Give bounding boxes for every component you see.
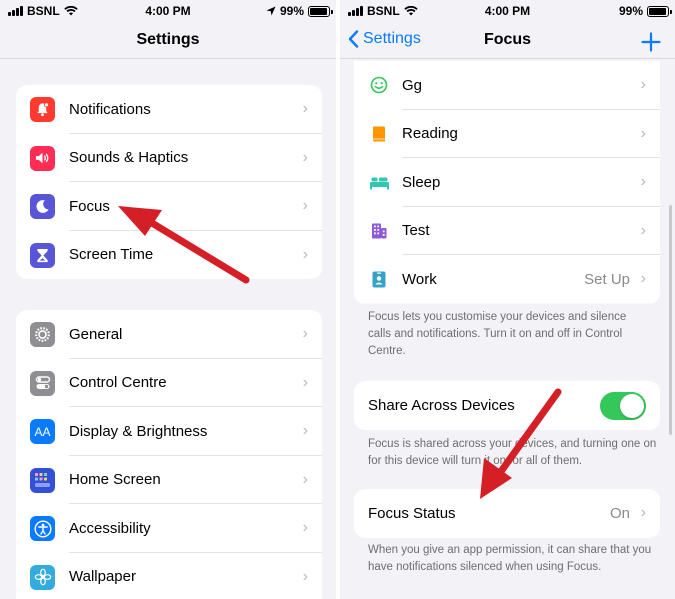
settings-item-label: Sounds & Haptics (69, 149, 189, 167)
battery-icon (647, 5, 672, 17)
chevron-right-icon: › (302, 422, 308, 440)
battery-percent: 99% (279, 4, 304, 18)
focus-item-label: Sleep (402, 173, 441, 191)
add-focus-button[interactable] (641, 24, 661, 58)
settings-item-home-screen[interactable]: Home Screen › (16, 456, 322, 504)
settings-item-label: Display & Brightness (69, 422, 208, 440)
flower-icon (30, 564, 55, 590)
settings-item-label: Control Centre (69, 374, 167, 392)
nav-bar: Settings Focus (340, 22, 675, 58)
settings-item-accessibility[interactable]: Accessibility › (16, 504, 322, 553)
share-devices-group: Share Across Devices (354, 381, 660, 430)
settings-item-general[interactable]: General › (16, 310, 322, 359)
focus-item-label: Reading (402, 125, 458, 143)
battery-percent: 99% (618, 4, 643, 18)
switches-icon (30, 370, 55, 396)
share-across-devices-toggle[interactable] (600, 392, 646, 420)
bed-icon (368, 171, 390, 193)
focus-status-value: On (609, 504, 630, 522)
focus-item-label: Work (402, 270, 437, 288)
settings-item-label: Screen Time (69, 246, 154, 264)
focus-status-group: Focus Status On › (354, 489, 660, 538)
page-title: Focus (483, 31, 532, 48)
bell-icon (30, 97, 55, 122)
chevron-right-icon: › (302, 567, 308, 585)
focus-item-test[interactable]: Test › (354, 207, 660, 255)
chevron-right-icon: › (302, 470, 308, 488)
settings-item-label: Home Screen (69, 471, 161, 489)
focus-item-gg[interactable]: Gg › (354, 61, 660, 110)
focus-item-label: Gg (402, 76, 423, 94)
chevron-right-icon: › (640, 124, 646, 142)
focus-item-label: Test (402, 222, 430, 240)
battery-icon (308, 5, 333, 17)
settings-group-focus: Notifications › Sounds & Haptics › Focus… (16, 85, 322, 279)
nav-divider (340, 58, 675, 59)
settings-item-screen-time[interactable]: Screen Time › (16, 231, 322, 280)
chevron-right-icon: › (302, 373, 308, 391)
gear-icon (30, 322, 55, 347)
chevron-right-icon: › (640, 221, 646, 239)
smiley-icon (368, 74, 390, 96)
building-icon (368, 220, 390, 242)
focus-status-label: Focus Status (368, 504, 456, 522)
status-bar: BSNL 4:00 PM 99% (0, 0, 336, 22)
focus-status-description: When you give an app permission, it can … (368, 544, 652, 573)
settings-item-label: Accessibility (69, 519, 151, 537)
nav-bar: Settings (0, 22, 336, 58)
chevron-right-icon: › (640, 173, 646, 191)
chevron-right-icon: › (640, 76, 646, 94)
scroll-indicator (669, 205, 672, 435)
settings-item-wallpaper[interactable]: Wallpaper › (16, 553, 322, 599)
chevron-right-icon: › (302, 245, 308, 263)
share-description: Focus is shared across your devices, and… (368, 438, 657, 467)
focus-item-sleep[interactable]: Sleep › (354, 158, 660, 207)
speaker-icon (30, 145, 55, 171)
badge-icon (368, 268, 390, 290)
share-across-devices-label: Share Across Devices (368, 396, 515, 414)
focus-screen: BSNL 4:00 PM 99% Settings Focus Gg › Rea… (340, 0, 675, 599)
settings-item-label: Notifications (69, 100, 151, 118)
chevron-right-icon: › (302, 148, 308, 166)
settings-item-label: General (69, 325, 123, 343)
status-bar: BSNL 4:00 PM 99% (340, 0, 675, 22)
chevron-right-icon: › (302, 519, 308, 537)
focus-item-work[interactable]: Work Set Up › (354, 255, 660, 304)
settings-item-focus[interactable]: Focus › (16, 182, 322, 231)
settings-item-display-brightness[interactable]: AA Display & Brightness › (16, 407, 322, 456)
page-title: Settings (136, 31, 200, 48)
focus-item-reading[interactable]: Reading › (354, 110, 660, 158)
text-size-icon: AA (30, 419, 55, 444)
app-grid-icon (30, 467, 55, 493)
nav-divider (0, 58, 336, 59)
chevron-right-icon: › (302, 197, 308, 215)
chevron-right-icon: › (302, 325, 308, 343)
focus-description: Focus lets you customise your devices an… (368, 311, 627, 357)
work-setup-value: Set Up (584, 270, 630, 288)
moon-icon (30, 194, 55, 219)
location-icon (266, 6, 276, 16)
chevron-right-icon: › (640, 504, 646, 522)
settings-item-sounds-haptics[interactable]: Sounds & Haptics › (16, 134, 322, 182)
settings-item-notifications[interactable]: Notifications › (16, 85, 322, 134)
chevron-right-icon: › (640, 270, 646, 288)
plus-icon (641, 32, 661, 52)
chevron-right-icon: › (302, 100, 308, 118)
settings-item-control-centre[interactable]: Control Centre › (16, 359, 322, 407)
share-across-devices-row: Share Across Devices (354, 381, 660, 430)
book-icon (368, 123, 390, 145)
settings-group-general: General › Control Centre › AA Display & … (16, 310, 322, 599)
focus-status-row[interactable]: Focus Status On › (354, 489, 660, 538)
settings-item-label: Wallpaper (69, 568, 136, 586)
settings-screen: BSNL 4:00 PM 99% Settings Notifications … (0, 0, 336, 599)
settings-item-label: Focus (69, 197, 110, 215)
hourglass-icon (30, 242, 55, 268)
accessibility-icon (30, 516, 55, 541)
